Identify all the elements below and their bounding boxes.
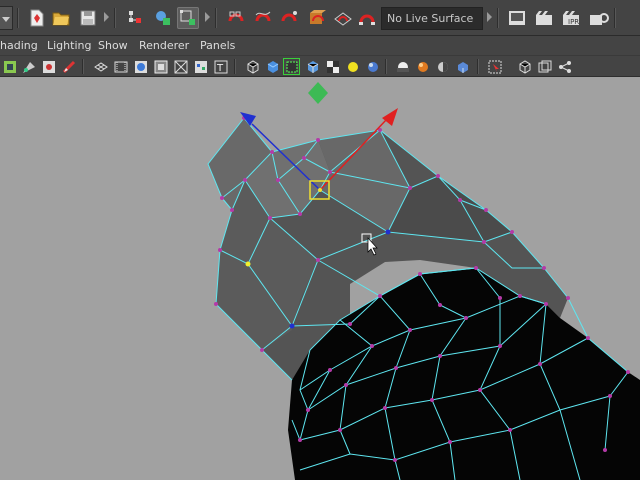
menu-renderer[interactable]: Renderer: [139, 39, 189, 52]
toolbar-separator: [477, 59, 479, 74]
highlighted-vertex: [385, 229, 391, 235]
menu-set-dropdown[interactable]: [0, 6, 13, 30]
shadows-icon[interactable]: [344, 58, 361, 75]
wireframe-icon[interactable]: [244, 58, 261, 75]
resolution-gate-icon[interactable]: [132, 58, 149, 75]
toolbar-separator: [82, 59, 84, 74]
gate-mask-icon[interactable]: [152, 58, 169, 75]
toolbar-separator: [234, 59, 236, 74]
render-settings-icon[interactable]: [588, 7, 610, 29]
xray-icon[interactable]: [486, 58, 503, 75]
collapse-arrow-icon[interactable]: [104, 12, 109, 22]
new-scene-icon[interactable]: [26, 7, 48, 29]
open-scene-icon[interactable]: [50, 7, 72, 29]
save-scene-icon[interactable]: [77, 7, 99, 29]
make-live-icon[interactable]: [356, 7, 378, 29]
isolate-select-icon[interactable]: [454, 58, 471, 75]
snap-to-projected-icon[interactable]: [306, 7, 328, 29]
select-component-icon[interactable]: [177, 7, 199, 29]
svg-text:T: T: [216, 63, 224, 74]
collapse-arrow-icon[interactable]: [487, 12, 492, 22]
toolbar-separator: [497, 8, 499, 28]
xray-components-icon[interactable]: [536, 58, 553, 75]
highlighted-vertex: [289, 323, 295, 329]
node-network-icon[interactable]: [556, 58, 573, 75]
live-surface-field[interactable]: No Live Surface: [381, 7, 483, 30]
toolbar-separator: [385, 59, 387, 74]
safe-action-icon[interactable]: [192, 58, 209, 75]
menu-show[interactable]: Show: [98, 39, 128, 52]
snap-to-point-icon[interactable]: [279, 7, 301, 29]
menu-panels[interactable]: Panels: [200, 39, 235, 52]
select-object-icon[interactable]: [152, 7, 174, 29]
snap-to-grid-icon[interactable]: [226, 7, 248, 29]
collapse-arrow-icon[interactable]: [205, 12, 210, 22]
toolbar-separator: [614, 8, 616, 28]
xray-joints-icon[interactable]: [516, 58, 533, 75]
textured-icon[interactable]: [304, 58, 321, 75]
3d-viewport[interactable]: [0, 77, 640, 480]
ambient-occlusion-icon[interactable]: [364, 58, 381, 75]
menu-shading[interactable]: hading: [0, 39, 38, 52]
selected-vertex: [245, 261, 251, 267]
field-chart-icon[interactable]: [172, 58, 189, 75]
smooth-shade-icon[interactable]: [264, 58, 281, 75]
toolbar-separator: [114, 8, 116, 28]
toolbar-separator: [215, 8, 217, 28]
camera-attributes-icon[interactable]: [20, 58, 37, 75]
film-gate-icon[interactable]: [112, 58, 129, 75]
viewport-scene: [207, 82, 640, 480]
bookmarks-icon[interactable]: [40, 58, 57, 75]
panel-toolbar: T: [0, 56, 640, 77]
toolbar-separator: [17, 8, 19, 28]
motion-blur-icon[interactable]: [394, 58, 411, 75]
multisample-icon[interactable]: [414, 58, 431, 75]
svg-text:IPR: IPR: [568, 18, 579, 26]
select-camera-icon[interactable]: [1, 58, 18, 75]
menu-lighting[interactable]: Lighting: [47, 39, 91, 52]
panel-menubar: hading Lighting Show Renderer Panels: [0, 36, 640, 56]
x-axis-arrow-icon: [382, 108, 398, 126]
snap-to-view-plane-icon[interactable]: [332, 7, 354, 29]
y-axis-handle[interactable]: [308, 82, 328, 104]
image-plane-icon[interactable]: [60, 58, 77, 75]
ipr-render-icon[interactable]: IPR: [560, 7, 582, 29]
grid-icon[interactable]: [92, 58, 109, 75]
render-view-icon[interactable]: [506, 7, 528, 29]
safe-title-icon[interactable]: T: [212, 58, 229, 75]
main-toolbar: No Live Surface IPR: [0, 0, 640, 36]
wireframe-on-shaded-icon[interactable]: [283, 58, 300, 75]
use-all-lights-icon[interactable]: [324, 58, 341, 75]
select-hierarchy-icon[interactable]: [124, 7, 146, 29]
snap-to-curve-icon[interactable]: [253, 7, 275, 29]
render-current-frame-icon[interactable]: [533, 7, 555, 29]
depth-of-field-icon[interactable]: [434, 58, 451, 75]
